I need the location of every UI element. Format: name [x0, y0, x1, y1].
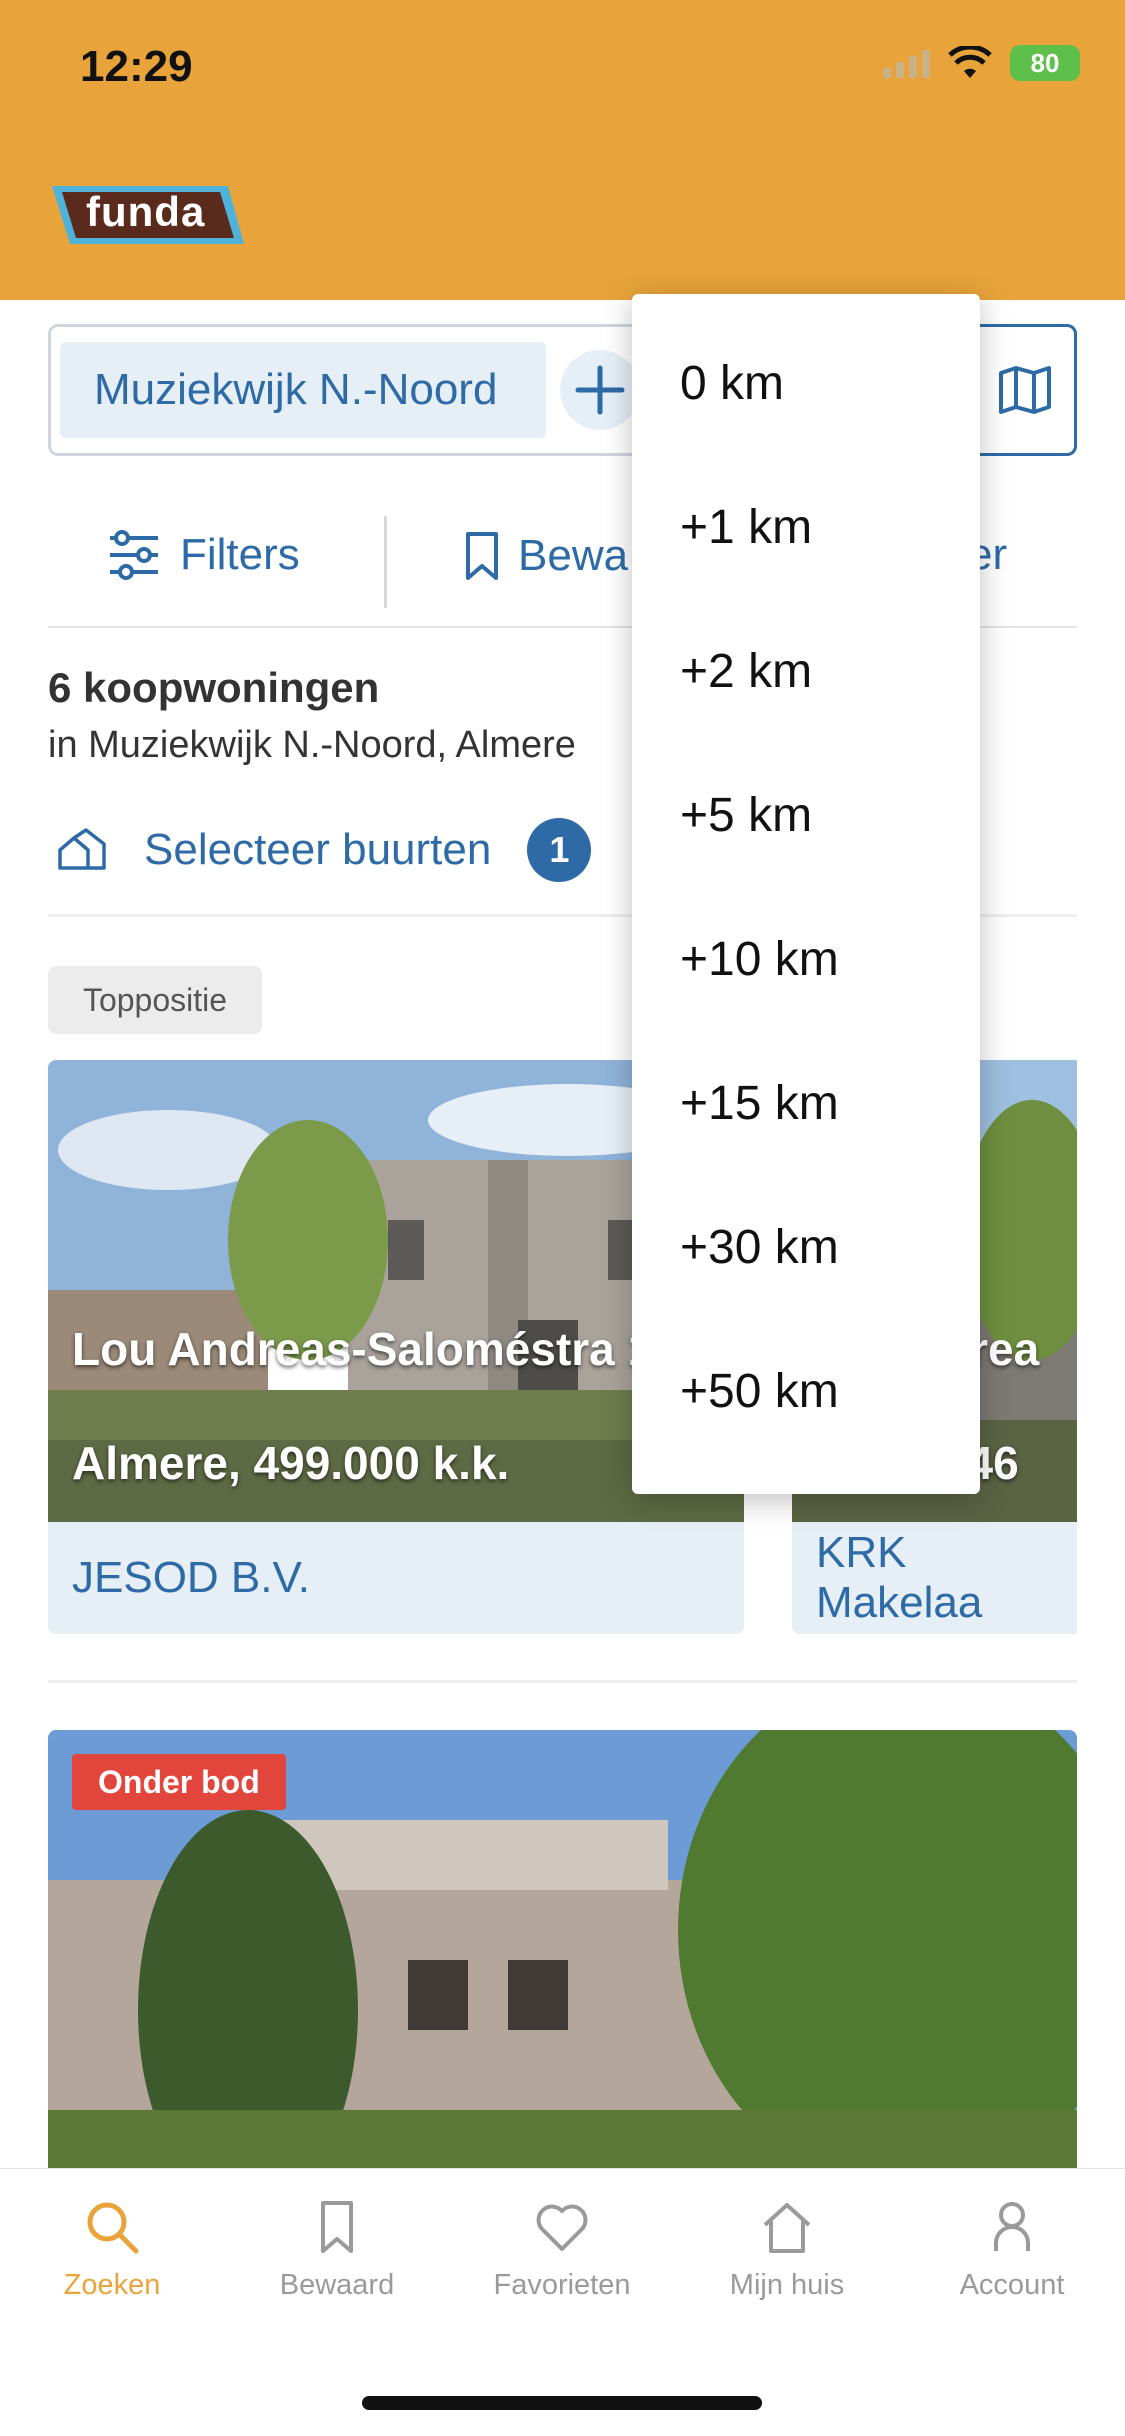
status-icons: 80: [883, 45, 1080, 81]
radius-option[interactable]: +10 km: [680, 932, 839, 987]
funda-logo[interactable]: funda: [48, 180, 248, 255]
heart-icon: [536, 2204, 588, 2251]
add-location-button[interactable]: [560, 350, 640, 430]
radius-dropdown: 0 km +1 km +2 km +5 km +10 km +15 km +30…: [632, 294, 980, 1494]
buurten-count-badge: 1: [527, 818, 592, 882]
radius-option[interactable]: +1 km: [680, 500, 812, 555]
tab-bewaard[interactable]: Bewaard: [237, 2199, 437, 2302]
divider: [48, 1680, 1077, 1683]
bookmark-icon: [321, 2201, 353, 2253]
filters-label: Filters: [180, 530, 300, 579]
radius-option[interactable]: +30 km: [680, 1220, 839, 1275]
results-subtitle: in Muziekwijk N.-Noord, Almere: [48, 724, 576, 766]
tab-zoeken[interactable]: Zoeken: [12, 2199, 212, 2302]
home-icon: [763, 2203, 811, 2253]
status-time: 12:29: [80, 42, 193, 91]
radius-option[interactable]: +15 km: [680, 1076, 839, 1131]
listing-title: Lou Andreas-Saloméstra 1: [72, 1323, 654, 1375]
filters-button[interactable]: Filters: [106, 530, 300, 580]
tab-mijn-huis[interactable]: Mijn huis: [687, 2199, 887, 2302]
signal-icon: [883, 48, 930, 78]
neighborhood-icon: [58, 828, 106, 870]
app-header: 12:29 80 funda: [0, 0, 1125, 300]
onder-bod-badge: Onder bod: [72, 1754, 286, 1810]
tab-favorieten[interactable]: Favorieten: [462, 2199, 662, 2302]
logo-text: funda: [86, 188, 206, 235]
filter-divider: [384, 516, 387, 608]
results-title: 6 koopwoningen: [48, 664, 380, 711]
listing-price: Almere, 499.000 k.k.: [72, 1437, 510, 1489]
tab-label: Bewaard: [279, 2269, 395, 2301]
battery-icon: 80: [1010, 45, 1080, 81]
location-chip[interactable]: Muziekwijk N.-Noord: [60, 342, 546, 438]
tab-label: Account: [959, 2269, 1065, 2301]
tab-label: Favorieten: [493, 2269, 631, 2301]
radius-option[interactable]: 0 km: [680, 356, 784, 411]
bookmark-icon: [466, 532, 498, 580]
sliders-icon: [110, 530, 158, 580]
home-indicator[interactable]: [362, 2396, 762, 2410]
map-icon: [998, 366, 1051, 414]
radius-option[interactable]: +5 km: [680, 788, 812, 843]
radius-option[interactable]: +50 km: [680, 1364, 839, 1419]
map-button[interactable]: [975, 324, 1077, 456]
tab-label: Mijn huis: [729, 2269, 845, 2301]
toppositie-badge: Toppositie: [48, 966, 262, 1034]
wifi-icon: [948, 46, 992, 78]
listing-card[interactable]: Onder bod: [48, 1730, 1077, 2170]
bewaar-label: Bewa: [518, 531, 629, 580]
search-icon: [87, 2202, 139, 2254]
buurten-label: Selecteer buurten: [144, 825, 492, 874]
plus-icon: [575, 365, 625, 415]
tab-label: Zoeken: [63, 2269, 161, 2301]
person-icon: [994, 2202, 1030, 2251]
listing-agent[interactable]: KRK Makelaa: [792, 1522, 1077, 1634]
listing-agent[interactable]: JESOD B.V.: [48, 1522, 744, 1634]
bewaar-zoekopdracht-button[interactable]: Bewa: [464, 530, 628, 582]
selecteer-buurten-button[interactable]: Selecteer buurten 1: [56, 818, 592, 882]
radius-option[interactable]: +2 km: [680, 644, 812, 699]
tab-account[interactable]: Account: [912, 2199, 1112, 2302]
